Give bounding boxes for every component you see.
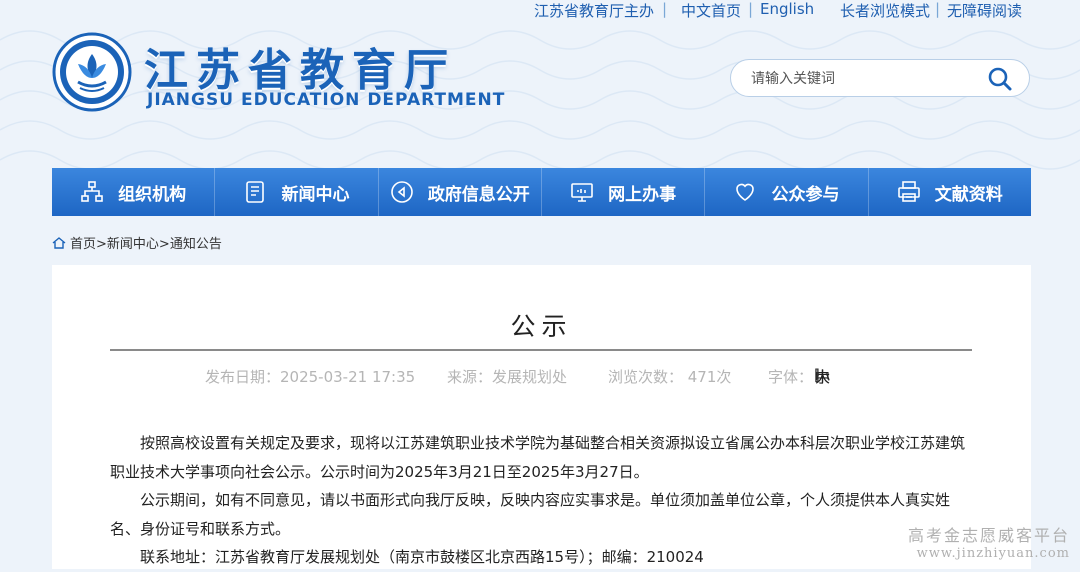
search-box [730, 59, 1030, 97]
breadcrumb-home[interactable]: 首页> [70, 233, 107, 252]
chinese-home-link[interactable]: 中文首页 [681, 0, 741, 21]
nav-item-label: 组织机构 [118, 184, 187, 205]
nav-item-label: 文献资料 [934, 184, 1003, 205]
divider: | [662, 0, 668, 18]
document-icon [246, 181, 265, 203]
nav-item-label: 新闻中心 [281, 184, 350, 205]
department-emblem-icon [52, 32, 132, 112]
nav-item-label: 政府信息公开 [427, 184, 530, 205]
watermark: 高考金志愿威客平台 www.jinzhiyuan.com [908, 522, 1070, 561]
nav-item-public-participation[interactable]: 公众参与 [705, 168, 869, 216]
article-source: 来源：发展规划处 [447, 368, 568, 386]
nav-item-news[interactable]: 新闻中心 [215, 168, 379, 216]
divider: | [748, 0, 754, 18]
article-meta: 发布日期：2025-03-21 17:35 来源：发展规划处 浏览次数： 471… [52, 366, 1031, 390]
nav-item-label: 网上办事 [608, 184, 677, 205]
article-title: 公示 [510, 312, 573, 341]
paragraph: 按照高校设置有关规定及要求，现将以江苏建筑职业技术学院为基础整合相关资源拟设立省… [110, 434, 966, 481]
site-title-english: JIANGSU EDUCATION DEPARTMENT [147, 90, 506, 110]
search-input[interactable] [749, 68, 983, 90]
site-title: 江苏省教育厅 [144, 45, 456, 96]
accessibility-link[interactable]: 无障碍阅读 [947, 0, 1022, 21]
nav-item-organization[interactable]: 组织机构 [52, 168, 216, 216]
article-panel: 公示 发布日期：2025-03-21 17:35 来源：发展规划处 浏览次数： … [52, 265, 1031, 569]
home-icon [52, 236, 66, 249]
elder-mode-link[interactable]: 长者浏览模式 [840, 0, 930, 21]
title-divider [110, 349, 972, 351]
bracket: ] [814, 366, 820, 384]
publish-date: 发布日期：2025-03-21 17:35 [205, 368, 416, 386]
view-count: 浏览次数： 471次 [608, 368, 732, 386]
english-link[interactable]: English [760, 0, 814, 18]
paragraph: 公示期间，如有不同意见，请以书面形式向我厅反映，反映内容应实事求是。单位须加盖单… [110, 491, 951, 538]
divider: | [935, 0, 941, 18]
heart-icon [736, 183, 755, 201]
top-links-bar: 江苏省教育厅主办 | 中文首页 | English 长者浏览模式 | 无障碍阅读 [0, 0, 1080, 22]
main-nav: 组织机构 新闻中心 政府信息公开 网上办事 公众参与 文献资料 [52, 168, 1031, 216]
article-body: 按照高校设置有关规定及要求，现将以江苏建筑职业技术学院为基础整合相关资源拟设立省… [110, 429, 972, 572]
nav-item-government-info[interactable]: 政府信息公开 [379, 168, 542, 216]
paragraph: 联系地址：江苏省教育厅发展规划处（南京市鼓楼区北京西路15号）；邮编：21002… [140, 548, 704, 566]
nav-item-online-services[interactable]: 网上办事 [542, 168, 706, 216]
sponsor-text: 江苏省教育厅主办 [534, 2, 655, 20]
breadcrumb: 首页> 新闻中心> 通知公告 [52, 233, 222, 252]
printer-icon [897, 181, 920, 202]
org-chart-icon [81, 181, 103, 202]
watermark-line: 高考金志愿威客平台 [907, 526, 1070, 545]
department-logo[interactable] [52, 32, 132, 112]
breadcrumb-notices[interactable]: 通知公告 [170, 233, 222, 252]
font-size-label: 字体： [768, 368, 814, 386]
monitor-icon [571, 183, 593, 202]
nav-item-documents[interactable]: 文献资料 [869, 168, 1031, 216]
search-icon[interactable] [987, 66, 1013, 92]
watermark-url: www.jinzhiyuan.com [916, 546, 1070, 561]
breadcrumb-news-center[interactable]: 新闻中心> [107, 233, 170, 252]
nav-item-label: 公众参与 [771, 184, 840, 205]
play-circle-icon [391, 181, 413, 203]
